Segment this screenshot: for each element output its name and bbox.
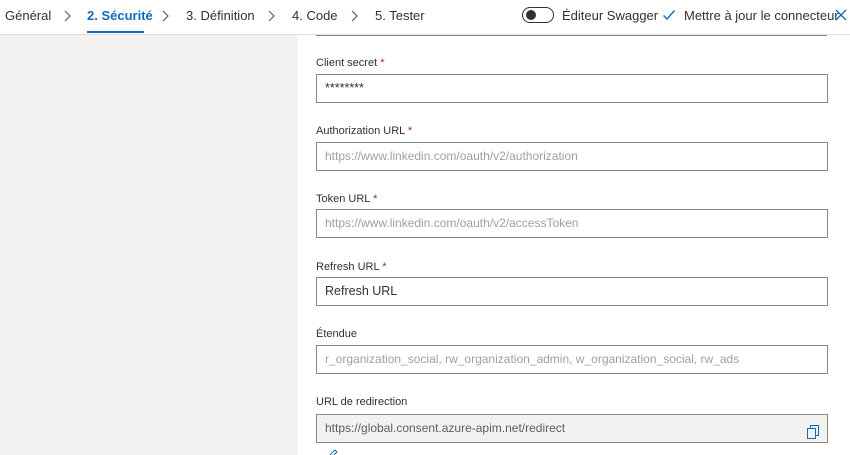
update-connector-label: Mettre à jour le connecteur bbox=[684, 8, 839, 23]
chevron-right-icon bbox=[349, 9, 361, 23]
left-panel bbox=[0, 35, 298, 455]
active-tab-indicator bbox=[87, 31, 144, 33]
token-url-field[interactable]: https://www.linkedin.com/oauth/v2/access… bbox=[316, 209, 828, 238]
scope-label: Étendue bbox=[316, 328, 357, 340]
tab-definition[interactable]: 3. Définition bbox=[186, 8, 255, 23]
edit-icon bbox=[329, 449, 338, 455]
required-asterisk: * bbox=[382, 261, 387, 273]
authorization-url-field[interactable]: https://www.linkedin.com/oauth/v2/author… bbox=[316, 142, 828, 171]
required-asterisk: * bbox=[373, 193, 378, 205]
tab-general[interactable]: Général bbox=[5, 8, 51, 23]
chevron-right-icon bbox=[62, 9, 74, 23]
close-icon[interactable] bbox=[834, 8, 848, 22]
checkmark-icon bbox=[662, 8, 676, 25]
toggle-knob bbox=[526, 10, 536, 20]
security-form: Client secret * ******** Authorization U… bbox=[298, 35, 850, 455]
client-secret-field[interactable]: ******** bbox=[316, 74, 828, 103]
partial-edit-link[interactable] bbox=[328, 449, 338, 455]
token-url-label: Token URL * bbox=[316, 193, 377, 205]
redirect-url-field[interactable]: https://global.consent.azure-apim.net/re… bbox=[316, 414, 828, 443]
chevron-right-icon bbox=[266, 9, 278, 23]
redirect-url-value: https://global.consent.azure-apim.net/re… bbox=[325, 421, 566, 435]
wizard-header: Général 2. Sécurité 3. Définition 4. Cod… bbox=[0, 0, 850, 35]
required-asterisk: * bbox=[380, 57, 385, 69]
redirect-url-label: URL de redirection bbox=[316, 396, 407, 408]
chevron-right-icon bbox=[160, 9, 172, 23]
authorization-url-label: Authorization URL * bbox=[316, 125, 412, 137]
scope-field[interactable]: r_organization_social, rw_organization_a… bbox=[316, 345, 828, 374]
refresh-url-label: Refresh URL * bbox=[316, 261, 387, 273]
swagger-editor-toggle[interactable] bbox=[522, 7, 554, 23]
tab-code[interactable]: 4. Code bbox=[292, 8, 338, 23]
copy-icon[interactable] bbox=[807, 422, 819, 439]
scope-label-text: Étendue bbox=[316, 328, 357, 340]
required-asterisk: * bbox=[407, 125, 413, 137]
tab-securite[interactable]: 2. Sécurité bbox=[87, 8, 153, 23]
token-url-label-text: Token URL bbox=[316, 193, 371, 205]
swagger-editor-label: Éditeur Swagger bbox=[562, 8, 659, 23]
authorization-url-label-text: Authorization URL bbox=[316, 125, 405, 137]
previous-field-input[interactable] bbox=[316, 35, 827, 36]
refresh-url-label-text: Refresh URL bbox=[316, 261, 380, 273]
refresh-url-field[interactable]: Refresh URL bbox=[316, 277, 828, 306]
tab-tester[interactable]: 5. Tester bbox=[375, 8, 425, 23]
redirect-url-label-text: URL de redirection bbox=[316, 396, 408, 408]
client-secret-label-text: Client secret bbox=[316, 57, 378, 69]
client-secret-label: Client secret * bbox=[316, 57, 384, 69]
